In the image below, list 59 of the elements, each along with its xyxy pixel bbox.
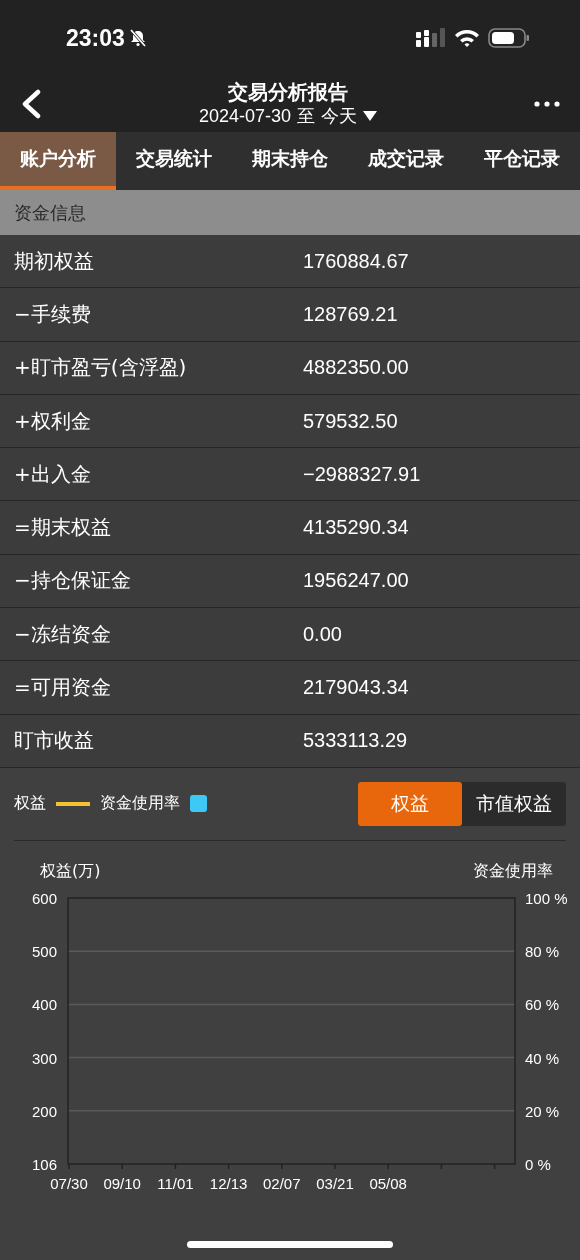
axis-tick-label: 02/07 [263,1174,301,1191]
axis-tick-label: 500 [31,943,57,961]
tab[interactable]: 成交记录 [348,132,464,190]
axis-tick-label: 600 [31,889,57,907]
row-label: +盯市盈亏(含浮盈) [13,354,188,382]
row-label: +权利金 [13,407,92,435]
tab[interactable]: 账户分析 [0,132,116,190]
row-label: =期末权益 [13,514,112,542]
row-label: −持仓保证金 [13,567,132,595]
axis-tick-label: 106 [31,1155,57,1173]
row-value: 2179043.34 [303,676,409,699]
axis-title: 资金使用率 [473,860,553,880]
row-value: 1760884.67 [303,249,409,273]
row-label: −手续费 [13,300,92,328]
row-value: 5333113.29 [303,729,408,753]
axis-tick-label: 20 % [525,1102,560,1120]
more-icon [534,101,560,107]
tab[interactable]: 交易统计 [116,132,232,190]
axis-tick-label: 60 % [525,996,560,1014]
battery-icon [488,27,530,49]
axis-tick-label: 200 [31,1102,57,1120]
axis-tick-label: 03/21 [316,1174,354,1191]
axis-tick-label: 11/01 [157,1174,194,1191]
axis-tick-label: 0 % [525,1155,551,1173]
row-label: +出入金 [13,460,92,488]
toggle-button[interactable]: 市值权益 [462,781,566,826]
axis-tick-label: 12/13 [209,1174,248,1191]
signal-icon [416,27,446,49]
row-value: 1956247.00 [303,569,409,593]
axis-title: 权益(万) [40,860,101,880]
row-value: −2988327.91 [303,462,421,486]
axis-tick-label: 09/10 [103,1174,141,1191]
section-header: 资金信息 [0,190,580,235]
tab[interactable]: 平仓记录 [464,132,580,190]
wifi-icon [454,28,480,48]
page-title: 交易分析报告 [228,80,348,104]
row-value: 0.00 [303,622,342,646]
legend-label: 权益 [14,793,46,815]
axis-tick-label: 80 % [525,943,560,961]
row-label: =可用资金 [13,674,112,701]
axis-tick-label: 300 [31,1049,57,1067]
row-value: 128769.21 [303,302,398,326]
row-value: 579532.50 [303,409,398,433]
date-range-selector[interactable]: 2024-07-30 至 今天 [198,104,378,128]
tab[interactable]: 期末持仓 [232,132,348,190]
axis-tick-label: 40 % [525,1049,560,1067]
legend-label: 资金使用率 [100,793,180,815]
row-label: 期初权益 [13,247,95,275]
row-label: 盯市收益 [13,727,95,755]
axis-tick-label: 07/30 [50,1174,88,1191]
row-value: 4882350.00 [303,356,409,380]
bell-muted-icon [128,29,147,47]
axis-tick-label: 400 [31,996,57,1014]
row-value: 4135290.34 [303,516,409,540]
row-label: −冻结资金 [13,620,112,648]
caret-icon [363,111,378,121]
axis-tick-label: 05/08 [369,1174,407,1191]
clock-time: 23:03 [66,24,125,52]
axis-tick-label: 100 % [525,889,568,907]
